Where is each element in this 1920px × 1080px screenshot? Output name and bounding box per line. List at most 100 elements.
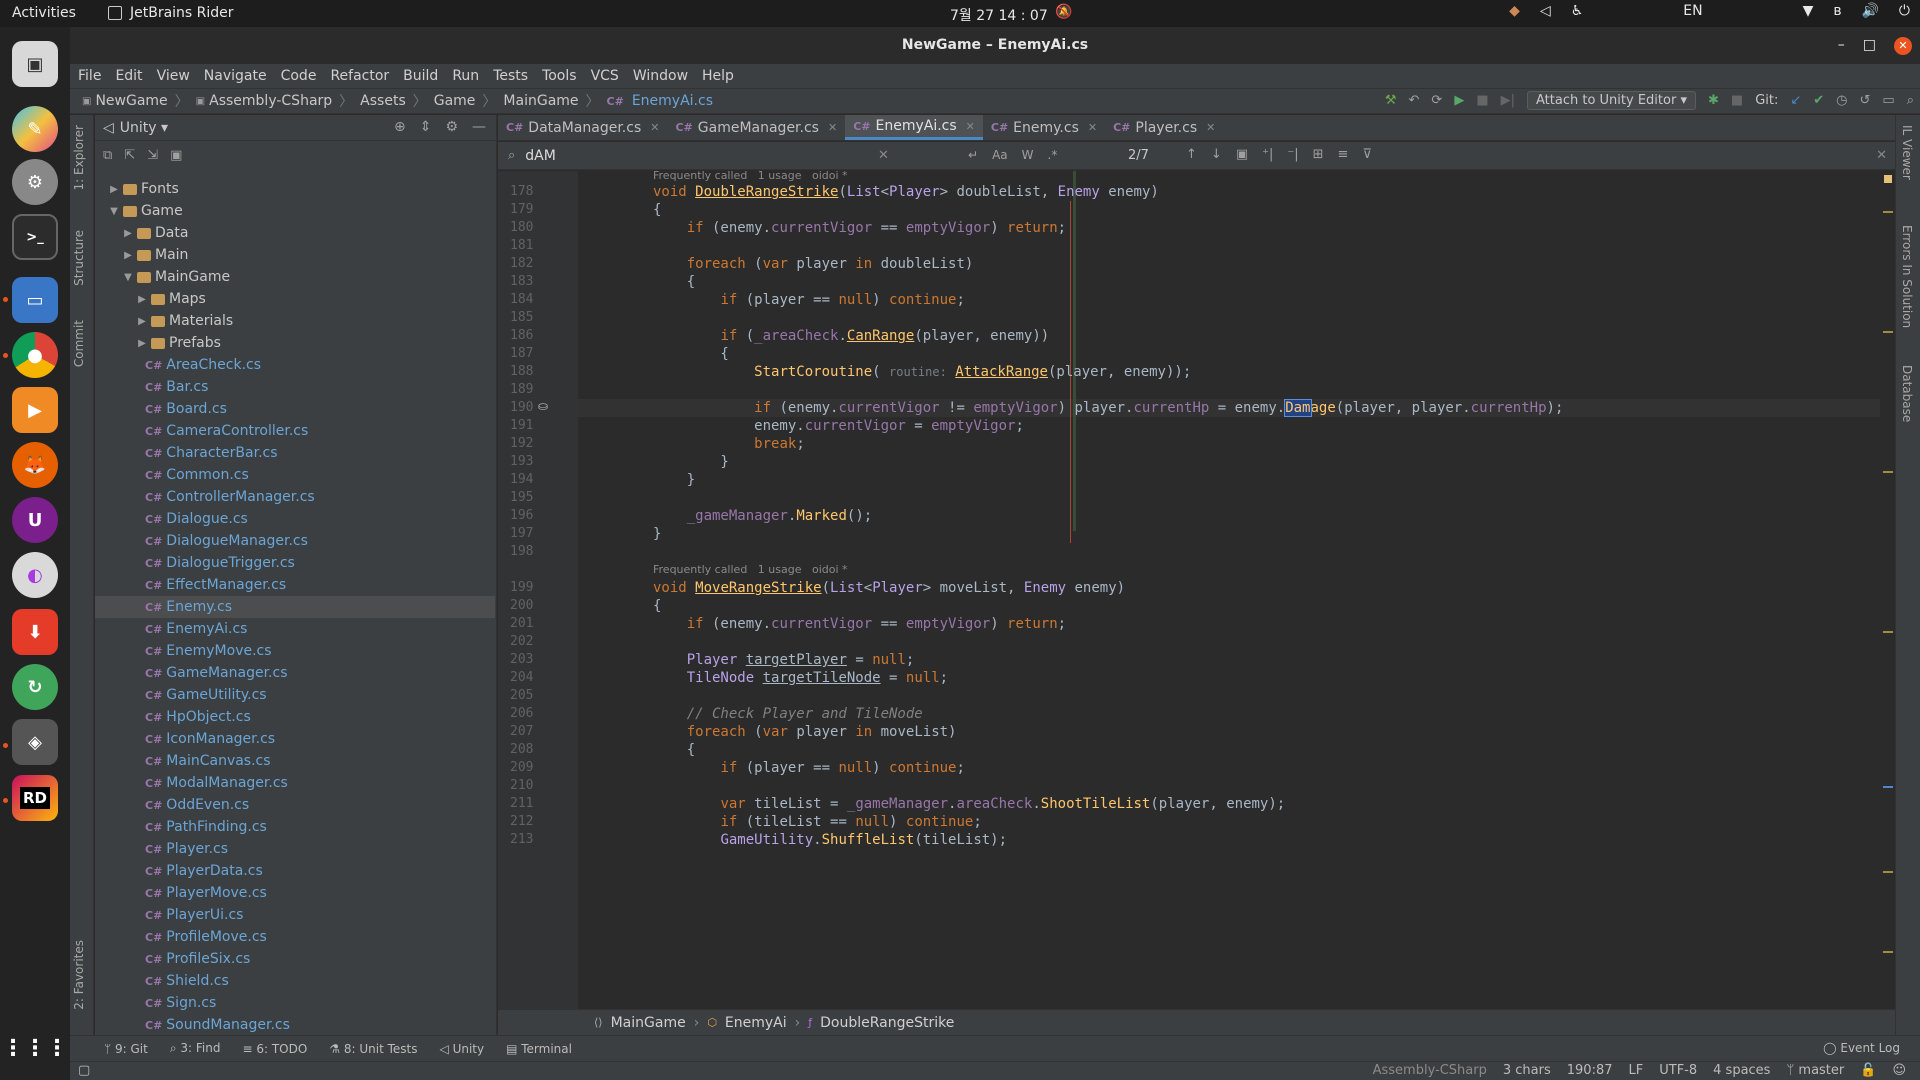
tree-file[interactable]: C# CameraController.cs bbox=[95, 420, 495, 442]
debug-bug-icon[interactable]: ✱ bbox=[1708, 93, 1719, 108]
volume-icon[interactable]: 🔊 bbox=[1861, 3, 1878, 19]
add-occurrence-icon[interactable]: ⁺| bbox=[1262, 147, 1273, 162]
tab-close-icon[interactable]: ✕ bbox=[828, 121, 837, 134]
menu-vcs[interactable]: VCS bbox=[591, 68, 619, 84]
code-line[interactable]: { bbox=[653, 273, 695, 291]
tree-file[interactable]: C# PlayerMove.cs bbox=[95, 882, 495, 904]
tree-folder[interactable]: ▶ Main bbox=[95, 244, 495, 266]
code-line[interactable]: TileNode targetTileNode = null; bbox=[653, 669, 948, 687]
files-icon[interactable]: ▭ bbox=[12, 277, 58, 323]
app-menu[interactable]: JetBrains Rider bbox=[108, 5, 234, 21]
toggle-tool-windows-icon[interactable]: ▢ bbox=[78, 1063, 90, 1078]
filter-icon[interactable]: ⊽ bbox=[1362, 147, 1372, 162]
tree-file[interactable]: C# Sign.cs bbox=[95, 992, 495, 1014]
explorer-tool-button[interactable]: 1: Explorer bbox=[72, 125, 86, 190]
refresh-icon[interactable]: ⟳ bbox=[1431, 93, 1442, 108]
tree-file[interactable]: C# ProfileMove.cs bbox=[95, 926, 495, 948]
menu-build[interactable]: Build bbox=[403, 68, 438, 84]
power-icon[interactable]: ⏻ bbox=[1899, 3, 1910, 19]
code-line[interactable]: GameUtility.ShuffleList(tileList); bbox=[653, 831, 1007, 849]
breadcrumb-item[interactable]: Assembly-CSharp bbox=[209, 93, 332, 109]
tree-file[interactable]: C# CharacterBar.cs bbox=[95, 442, 495, 464]
code-line[interactable]: enemy.currentVigor = emptyVigor; bbox=[653, 417, 1024, 435]
tree-file[interactable]: C# PathFinding.cs bbox=[95, 816, 495, 838]
breakpoint-gutter-icon[interactable]: ⛀ bbox=[538, 399, 548, 413]
attach-unity-dropdown[interactable]: Attach to Unity Editor ▾ bbox=[1527, 91, 1696, 110]
code-line[interactable]: Player targetPlayer = null; bbox=[653, 651, 915, 669]
code-line[interactable]: } bbox=[653, 471, 695, 489]
code-breadcrumb-item[interactable]: EnemyAi bbox=[725, 1015, 787, 1031]
collapsed-arrow-icon[interactable]: ▶ bbox=[135, 294, 149, 305]
tree-file[interactable]: C# EnemyAi.cs bbox=[95, 618, 495, 640]
collapsed-arrow-icon[interactable]: ▶ bbox=[121, 250, 135, 261]
tree-file[interactable]: C# AreaCheck.cs bbox=[95, 354, 495, 376]
favorites-tool-button[interactable]: 2: Favorites bbox=[72, 940, 86, 1010]
tab-close-icon[interactable]: ✕ bbox=[966, 120, 975, 133]
search-everywhere-icon[interactable]: ⌕ bbox=[1907, 93, 1914, 108]
regex-toggle[interactable]: .* bbox=[1048, 148, 1058, 162]
code-breadcrumb-item[interactable]: MainGame bbox=[611, 1015, 686, 1031]
code-line[interactable]: _gameManager.Marked(); bbox=[653, 507, 872, 525]
new-line-icon[interactable]: ↵ bbox=[968, 148, 978, 162]
video-player-icon[interactable]: ▶ bbox=[12, 387, 58, 433]
breadcrumb-item[interactable]: NewGame bbox=[95, 93, 167, 109]
panel-settings-gear-icon[interactable]: ⚙ bbox=[445, 119, 458, 135]
menu-file[interactable]: File bbox=[78, 68, 101, 84]
inkscape-icon[interactable]: ◐ bbox=[12, 552, 58, 598]
tree-file[interactable]: C# GameUtility.cs bbox=[95, 684, 495, 706]
code-editor[interactable]: 178 179 180 181 182 183 184 185 186 187 188 189 190 1… bbox=[498, 171, 1880, 1009]
todo-tool-button[interactable]: ≡ 6: TODO bbox=[242, 1042, 307, 1056]
menu-view[interactable]: View bbox=[157, 68, 190, 84]
kite-app-icon[interactable]: ✎ bbox=[12, 106, 58, 152]
breadcrumb-item[interactable]: MainGame bbox=[503, 93, 578, 109]
git-update-icon[interactable]: ↙ bbox=[1790, 93, 1801, 108]
status-position[interactable]: 190:87 bbox=[1567, 1063, 1613, 1078]
terminal-tool-button[interactable]: ▤ Terminal bbox=[506, 1042, 572, 1056]
expanded-arrow-icon[interactable]: ▼ bbox=[121, 272, 135, 283]
git-commit-icon[interactable]: ✔ bbox=[1813, 93, 1824, 108]
tab-close-icon[interactable]: ✕ bbox=[1206, 121, 1215, 134]
code-vision-hint[interactable]: Frequently called 1 usage oidoi * bbox=[653, 561, 848, 579]
errors-tool-button[interactable]: Errors In Solution bbox=[1900, 225, 1914, 328]
tree-file[interactable]: C# OddEven.cs bbox=[95, 794, 495, 816]
remove-occurrence-icon[interactable]: ⁻| bbox=[1287, 147, 1298, 162]
collapse-icon[interactable]: ⇲ bbox=[147, 148, 158, 163]
tree-file[interactable]: C# ProfileSix.cs bbox=[95, 948, 495, 970]
tree-file[interactable]: C# PlayerData.cs bbox=[95, 860, 495, 882]
menu-run[interactable]: Run bbox=[452, 68, 479, 84]
code-line[interactable]: } bbox=[653, 453, 728, 471]
error-stripe[interactable] bbox=[1881, 171, 1895, 1009]
editor-tab[interactable]: C# Player.cs ✕ bbox=[1105, 115, 1223, 140]
code-line[interactable]: { bbox=[653, 201, 661, 219]
bluetooth-icon[interactable]: ʙ bbox=[1833, 3, 1841, 19]
tree-file[interactable]: C# DialogueTrigger.cs bbox=[95, 552, 495, 574]
maximize-icon[interactable]: □ bbox=[1863, 27, 1876, 64]
tree-file[interactable]: C# EnemyMove.cs bbox=[95, 640, 495, 662]
tree-file[interactable]: C# Board.cs bbox=[95, 398, 495, 420]
status-project[interactable]: Assembly-CSharp bbox=[1373, 1063, 1487, 1078]
code-line[interactable]: break; bbox=[653, 435, 805, 453]
menu-refactor[interactable]: Refactor bbox=[330, 68, 389, 84]
menu-window[interactable]: Window bbox=[633, 68, 688, 84]
tree-file[interactable]: C# HpObject.cs bbox=[95, 706, 495, 728]
download-app-icon[interactable]: ⬇ bbox=[12, 609, 58, 655]
color-picker-icon[interactable]: ◆ bbox=[1509, 3, 1520, 19]
tree-folder[interactable]: ▶ Prefabs bbox=[95, 332, 495, 354]
code-line[interactable]: { bbox=[653, 741, 695, 759]
tree-folder[interactable]: ▼ Game bbox=[95, 200, 495, 222]
filter-lines-icon[interactable]: ≡ bbox=[1338, 147, 1349, 162]
step-icon[interactable]: ▶| bbox=[1501, 93, 1515, 108]
hide-panel-icon[interactable]: — bbox=[472, 119, 486, 135]
stop-debug-icon[interactable]: ■ bbox=[1731, 93, 1743, 108]
tree-file[interactable]: C# ControllerManager.cs bbox=[95, 486, 495, 508]
git-tool-button[interactable]: ᛘ 9: Git bbox=[104, 1042, 148, 1056]
database-tool-button[interactable]: Database bbox=[1900, 365, 1914, 422]
tree-folder[interactable]: ▶ Materials bbox=[95, 310, 495, 332]
previous-match-icon[interactable]: ↑ bbox=[1186, 147, 1197, 162]
unity-hub-icon[interactable]: U bbox=[12, 497, 58, 543]
editor-tab[interactable]: C# Enemy.cs ✕ bbox=[983, 115, 1105, 140]
screenshot-app-icon[interactable]: ▣ bbox=[12, 41, 58, 87]
code-line[interactable]: void DoubleRangeStrike(List<Player> doub… bbox=[653, 183, 1159, 201]
code-line[interactable]: if (player == null) continue; bbox=[653, 291, 964, 309]
solution-icon[interactable]: ⧉ bbox=[103, 148, 112, 163]
